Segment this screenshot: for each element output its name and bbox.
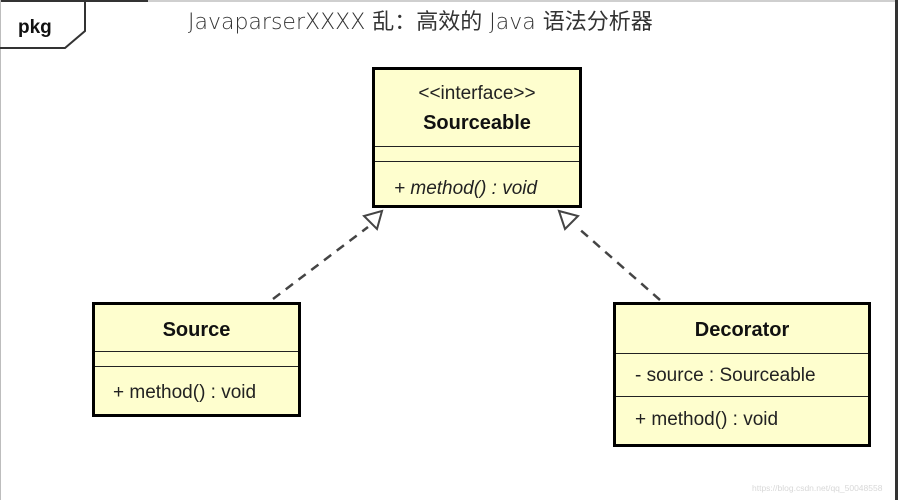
class-name: Decorator [694, 319, 790, 341]
dashed-line [272, 226, 369, 300]
operation: + method() : void [394, 178, 538, 199]
class-box-sourceable[interactable]: <<interface>> Sourceable + method() : vo… [372, 67, 582, 208]
hollow-arrowhead-icon [557, 209, 580, 231]
realization-source-to-sourceable [272, 209, 384, 300]
class-box-source[interactable]: Source + method() : void [92, 302, 301, 417]
attributes-section [375, 146, 579, 161]
class-box-decorator[interactable]: Decorator - source : Sourceable + method… [613, 302, 871, 447]
class-stereotype: <<interface>> [418, 83, 536, 104]
operations-section: + method() : void [616, 396, 868, 431]
operation: + method() : void [113, 382, 257, 403]
attributes-section [95, 351, 298, 366]
hollow-arrowhead-icon [362, 209, 384, 231]
operations-section: + method() : void [375, 161, 579, 200]
attributes-section: - source : Sourceable [616, 353, 868, 396]
watermark: https://blog.csdn.net/qq_50048558 [752, 483, 883, 493]
class-name: Sourceable [423, 112, 531, 134]
attribute: - source : Sourceable [635, 365, 816, 386]
dashed-line [576, 226, 661, 301]
operations-section: + method() : void [95, 366, 298, 404]
operation: + method() : void [635, 409, 779, 430]
realization-decorator-to-sourceable [557, 209, 661, 301]
class-name: Source [162, 319, 231, 341]
